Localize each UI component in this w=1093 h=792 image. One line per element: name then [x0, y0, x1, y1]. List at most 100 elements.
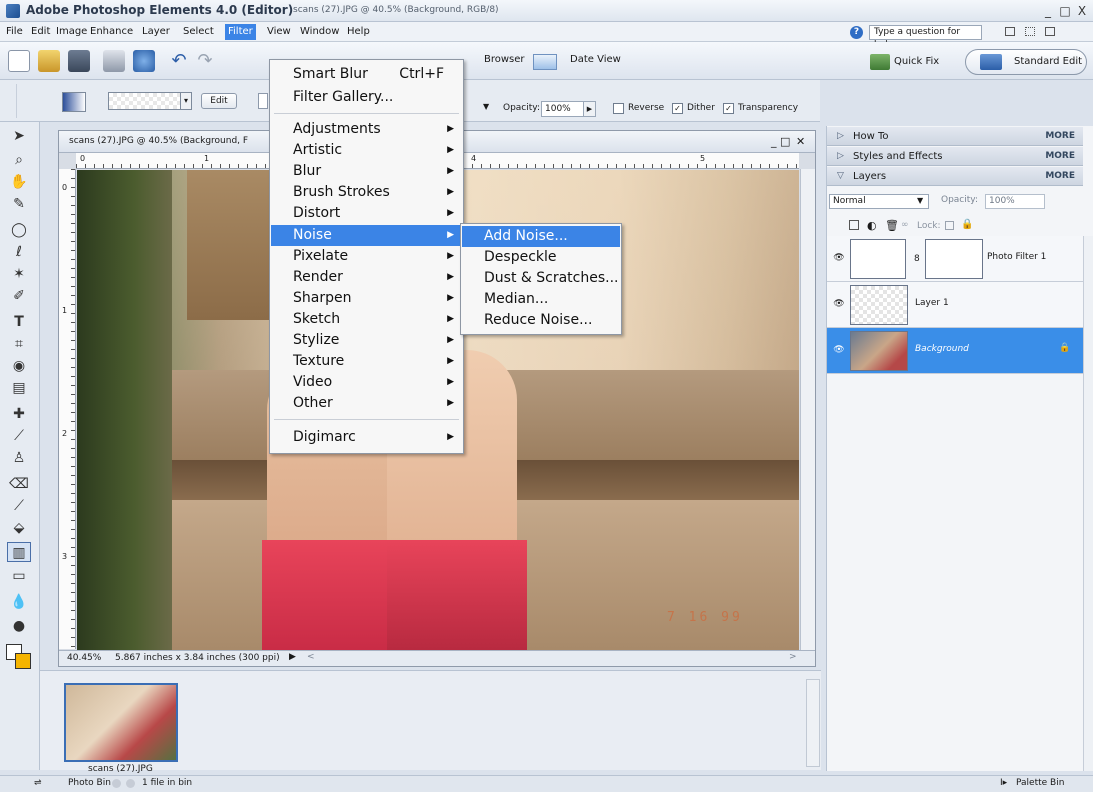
- layer-opacity-input[interactable]: 100%: [985, 194, 1045, 209]
- filter-menu-item-filter-gallery[interactable]: Filter Gallery...: [271, 87, 462, 108]
- eye-visibility-icon[interactable]: 👁: [833, 253, 845, 263]
- spot-healing-tool-icon[interactable]: ⟋: [7, 426, 31, 446]
- hand-tool-icon[interactable]: ✋: [7, 172, 31, 192]
- menu-file[interactable]: File: [3, 24, 26, 40]
- restore-panes-icon[interactable]: [1005, 27, 1015, 36]
- eraser-tool-icon[interactable]: ⌫: [7, 474, 31, 494]
- edit-gradient-button[interactable]: Edit: [201, 93, 237, 109]
- menu-enhance[interactable]: Enhance: [87, 24, 136, 40]
- crop-tool-icon[interactable]: ⌗: [7, 334, 31, 354]
- menu-image[interactable]: Image: [53, 24, 90, 40]
- menu-window[interactable]: Window: [297, 24, 342, 40]
- document-minimize-button[interactable]: _ □: [771, 135, 790, 148]
- layers-more-button[interactable]: MORE: [1045, 167, 1075, 186]
- prev-image-icon[interactable]: [112, 779, 121, 788]
- eye-visibility-icon[interactable]: 👁: [833, 345, 845, 355]
- brush-tool-icon[interactable]: ⟋: [7, 496, 31, 516]
- opacity-input[interactable]: 100%: [541, 101, 587, 117]
- filter-menu-item-adjustments[interactable]: Adjustments ▶: [271, 119, 462, 140]
- menu-edit[interactable]: Edit: [28, 24, 53, 40]
- date-view-icon[interactable]: [533, 54, 557, 70]
- layer-row-layer-1[interactable]: 👁 Layer 1: [827, 282, 1083, 328]
- next-image-icon[interactable]: [126, 779, 135, 788]
- online-services-icon[interactable]: [133, 50, 155, 72]
- photo-bin-thumbnail[interactable]: [64, 683, 178, 762]
- palette-scrollbar[interactable]: [1083, 236, 1093, 771]
- noise-item-despeckle[interactable]: Despeckle: [462, 247, 620, 268]
- layer-row-photo-filter[interactable]: 👁 8 Photo Filter 1: [827, 236, 1083, 282]
- options-grip[interactable]: [3, 84, 17, 118]
- gradient-tool-icon-selected[interactable]: ▥: [7, 542, 31, 562]
- blur-tool-icon[interactable]: 💧: [7, 592, 31, 612]
- save-icon[interactable]: [68, 50, 90, 72]
- lasso-tool-icon[interactable]: ℓ: [7, 242, 31, 262]
- eye-visibility-icon[interactable]: 👁: [833, 299, 845, 309]
- photo-bin-scrollbar[interactable]: [806, 679, 820, 767]
- blend-mode-arrow[interactable]: ▼: [917, 196, 923, 205]
- noise-item-median[interactable]: Median...: [462, 289, 620, 310]
- new-layer-icon[interactable]: [849, 220, 859, 230]
- close-button[interactable]: X: [1074, 3, 1090, 19]
- type-tool-icon[interactable]: T: [7, 312, 31, 332]
- maximize-pane-icon[interactable]: [1045, 27, 1055, 36]
- transparency-checkbox[interactable]: ✓: [723, 103, 734, 114]
- layer-row-background[interactable]: 👁 Background 🔒: [827, 328, 1083, 374]
- minimize-button[interactable]: _: [1040, 3, 1056, 19]
- noise-item-reduce-noise[interactable]: Reduce Noise...: [462, 310, 620, 331]
- adjustment-layer-icon[interactable]: ◐: [867, 219, 877, 232]
- lock-all-icon[interactable]: 🔒: [961, 219, 973, 230]
- styles-effects-more-button[interactable]: MORE: [1045, 147, 1075, 166]
- photo-browser-button[interactable]: Browser: [484, 54, 525, 65]
- cookie-cutter-tool-icon[interactable]: ▤: [7, 378, 31, 398]
- dither-checkbox[interactable]: ✓: [672, 103, 683, 114]
- scroll-left-arrow[interactable]: <: [307, 652, 315, 662]
- paint-bucket-tool-icon[interactable]: ⬙: [7, 518, 31, 538]
- move-tool-icon[interactable]: ➤: [7, 126, 31, 146]
- gradient-type-button[interactable]: [258, 93, 268, 109]
- filter-menu-item-distort[interactable]: Distort ▶: [271, 203, 462, 224]
- menu-select[interactable]: Select: [180, 24, 217, 40]
- background-color-swatch[interactable]: [15, 653, 31, 669]
- zoom-tool-icon[interactable]: ⌕: [7, 150, 31, 170]
- lock-transparency-icon[interactable]: [945, 221, 954, 230]
- red-eye-tool-icon[interactable]: ◉: [7, 356, 31, 376]
- filter-menu-item-texture[interactable]: Texture ▶: [271, 351, 462, 372]
- document-vertical-scrollbar[interactable]: [800, 169, 815, 650]
- mode-dropdown-arrow[interactable]: ▼: [483, 102, 489, 111]
- photo-bin-toggle-icon[interactable]: ⇌: [34, 778, 42, 788]
- noise-item-dust-scratches[interactable]: Dust & Scratches...: [462, 268, 620, 289]
- filter-menu-item-stylize[interactable]: Stylize ▶: [271, 330, 462, 351]
- link-layers-icon[interactable]: ∞: [901, 220, 909, 230]
- selection-brush-tool-icon[interactable]: ✐: [7, 286, 31, 306]
- document-close-button[interactable]: ✕: [796, 135, 805, 148]
- new-file-icon[interactable]: [8, 50, 30, 72]
- noise-item-add-noise[interactable]: Add Noise...: [462, 226, 620, 247]
- opacity-slider-arrow[interactable]: ▶: [583, 101, 596, 117]
- menu-layer[interactable]: Layer: [139, 24, 173, 40]
- reverse-checkbox[interactable]: [613, 103, 624, 114]
- filter-menu-item-video[interactable]: Video ▶: [271, 372, 462, 393]
- layers-header[interactable]: ▽ Layers MORE: [827, 167, 1083, 186]
- blend-mode-select[interactable]: Normal: [829, 194, 929, 209]
- gradient-picker[interactable]: [108, 92, 188, 110]
- filter-menu-item-other[interactable]: Other ▶: [271, 393, 462, 414]
- filter-menu-item-pixelate[interactable]: Pixelate ▶: [271, 246, 462, 267]
- menu-help[interactable]: Help: [344, 24, 373, 40]
- how-to-more-button[interactable]: MORE: [1045, 127, 1075, 146]
- tile-icon[interactable]: [1025, 27, 1035, 36]
- shape-tool-icon[interactable]: ▭: [7, 566, 31, 586]
- redo-icon[interactable]: ↷: [194, 50, 216, 72]
- print-icon[interactable]: [103, 50, 125, 72]
- sponge-tool-icon[interactable]: ●: [7, 616, 31, 636]
- filter-menu-item-sketch[interactable]: Sketch ▶: [271, 309, 462, 330]
- menu-view[interactable]: View: [264, 24, 294, 40]
- marquee-tool-icon[interactable]: ◯: [7, 220, 31, 240]
- help-search-input[interactable]: Type a question for help: [869, 25, 982, 50]
- filter-menu-item-digimarc[interactable]: Digimarc ▶: [271, 427, 462, 448]
- trash-icon[interactable]: 🗑: [885, 219, 899, 232]
- gradient-dropdown-arrow[interactable]: ▾: [180, 92, 192, 110]
- vertical-ruler[interactable]: 0 1 2 3: [59, 169, 76, 649]
- how-to-header[interactable]: ▷ How To MORE: [827, 127, 1083, 146]
- scroll-right-arrow[interactable]: >: [789, 652, 797, 662]
- healing-brush-tool-icon[interactable]: ✚: [7, 404, 31, 424]
